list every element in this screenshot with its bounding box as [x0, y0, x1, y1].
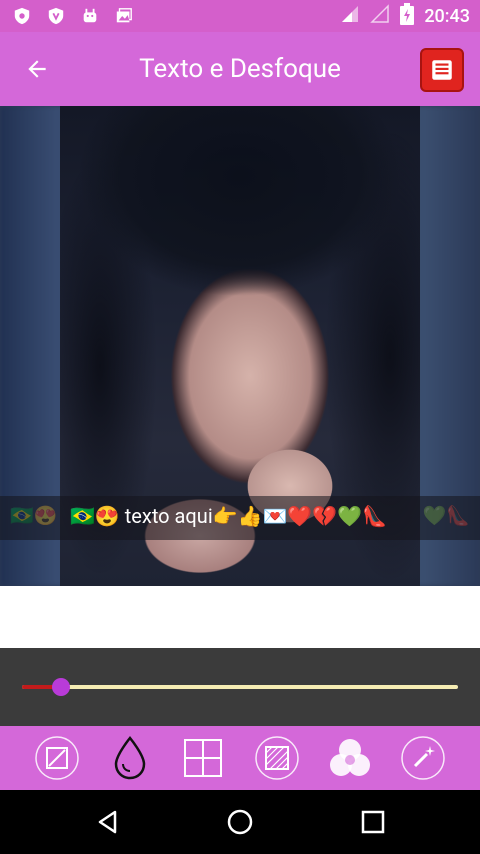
signal-icon — [340, 4, 360, 28]
slider-panel — [0, 648, 480, 726]
texture-icon — [254, 736, 299, 780]
nav-home-button[interactable] — [222, 804, 258, 840]
drop-icon — [114, 736, 146, 780]
drop-button[interactable] — [106, 734, 154, 782]
tool-bar — [0, 726, 480, 790]
battery-charging-icon — [400, 3, 415, 29]
edit-square-button[interactable] — [33, 734, 81, 782]
photos-icon — [114, 6, 134, 26]
photo-canvas[interactable]: 🇧🇷😍 🇧🇷😍 texto aqui👉👍💌❤️💔💚👠 💚👠 — [0, 106, 480, 586]
signal-empty-icon — [370, 4, 390, 28]
text-overlay-ghost-right: 💚👠 — [422, 504, 470, 527]
system-nav-bar — [0, 790, 480, 854]
status-left-icons — [12, 6, 134, 26]
page-title: Texto e Desfoque — [139, 54, 341, 84]
blur-slider-track[interactable] — [22, 685, 458, 689]
magic-wand-icon — [401, 736, 446, 780]
nav-back-button[interactable] — [90, 804, 126, 840]
recents-square-icon — [361, 810, 385, 834]
blur-slider-thumb[interactable] — [52, 678, 71, 696]
text-overlay-ghost-left: 🇧🇷😍 — [10, 504, 58, 527]
home-circle-icon — [227, 809, 253, 835]
status-bar: 20:43 — [0, 0, 480, 32]
status-right: 20:43 — [340, 0, 470, 32]
text-overlay-strip[interactable]: 🇧🇷😍 🇧🇷😍 texto aqui👉👍💌❤️💔💚👠 💚👠 — [0, 496, 480, 540]
android-icon — [80, 6, 100, 26]
texture-button[interactable] — [253, 734, 301, 782]
status-time: 20:43 — [424, 5, 470, 27]
nav-recents-button[interactable] — [355, 804, 391, 840]
save-icon — [432, 60, 452, 80]
text-overlay-label[interactable]: 🇧🇷😍 texto aqui👉👍💌❤️💔💚👠 — [70, 504, 387, 528]
back-triangle-icon — [98, 810, 117, 834]
color-mix-button[interactable] — [326, 734, 374, 782]
shield-icon — [12, 6, 32, 26]
grid-button[interactable] — [179, 734, 227, 782]
edit-square-icon — [34, 736, 79, 780]
save-button[interactable] — [420, 48, 464, 92]
magic-wand-button[interactable] — [399, 734, 447, 782]
grid-icon — [184, 739, 223, 777]
app-bar: Texto e Desfoque — [0, 32, 480, 106]
color-mix-icon — [329, 739, 370, 776]
shield-v-icon — [46, 6, 66, 26]
canvas-padding — [0, 586, 480, 648]
